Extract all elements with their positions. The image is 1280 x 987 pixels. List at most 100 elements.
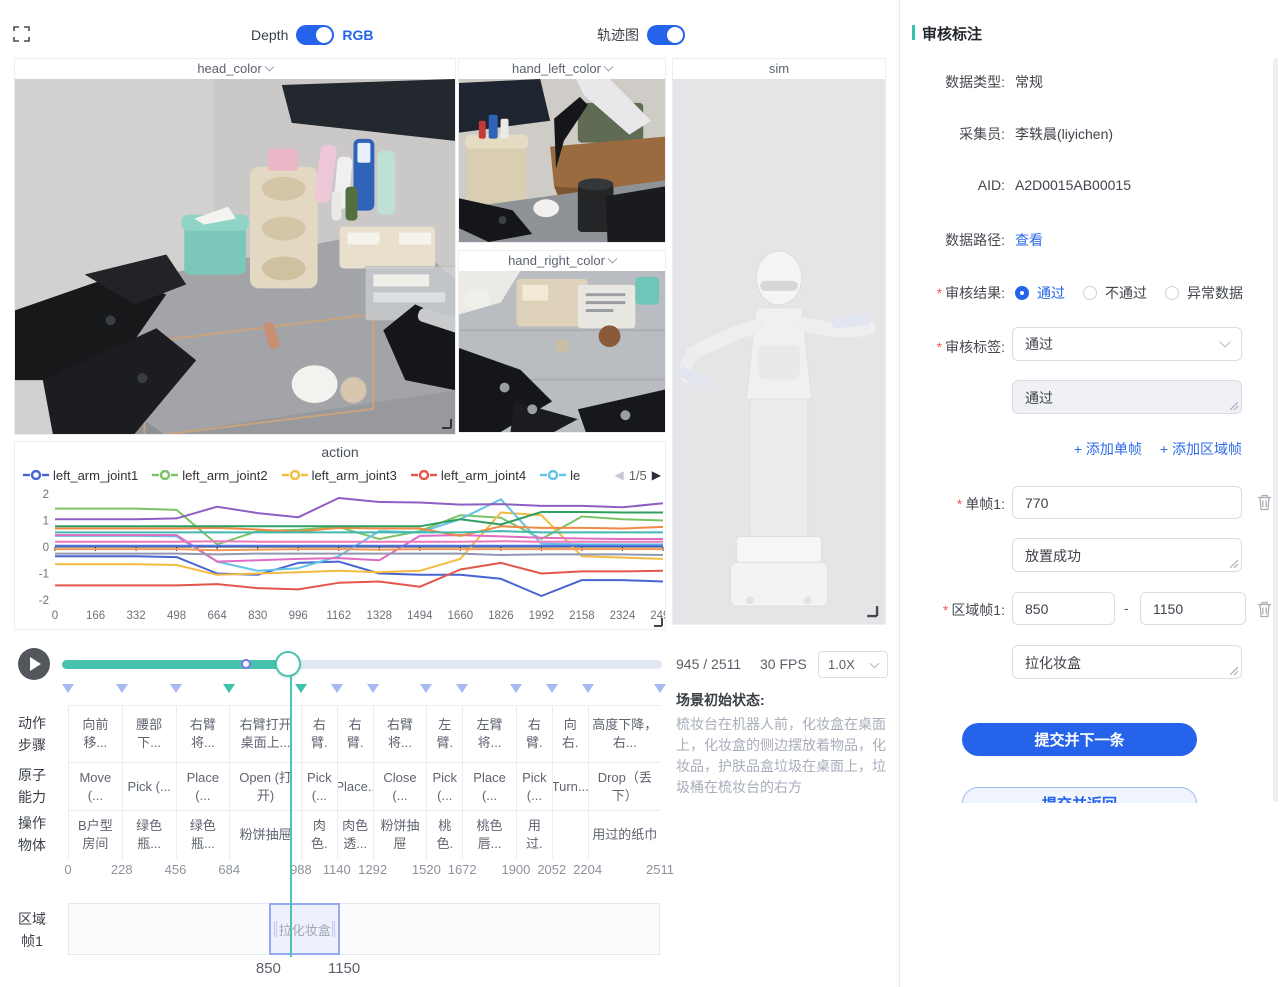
region-frame-segment[interactable]: 拉化妆盒 (269, 903, 340, 955)
submit-back-button[interactable]: 提交并返回 (962, 787, 1197, 803)
depth-rgb-toggle[interactable] (296, 25, 334, 45)
action-chart-plot: 210-1-2016633249866483099611621328149416… (15, 488, 665, 628)
hand-right-camera-header[interactable]: hand_right_color (459, 251, 665, 271)
radio-不通过[interactable] (1083, 286, 1097, 300)
timeline-marker-988[interactable] (295, 684, 307, 693)
timeline-marker-1520[interactable] (420, 684, 432, 693)
action-step-cell: 向右. (553, 706, 589, 763)
review-field-value: A2D0015AB00015 (1015, 177, 1131, 193)
resize-grip-icon[interactable] (1230, 402, 1238, 410)
atomic-skill-cell: Pick (... (517, 763, 553, 811)
speed-select[interactable]: 1.0X (818, 651, 888, 678)
timeline-marker-2052[interactable] (546, 684, 558, 693)
region-start-input[interactable]: 850 (1012, 592, 1115, 625)
resize-grip-icon[interactable] (1230, 667, 1238, 675)
single-frame-note-textarea[interactable]: 放置成功 (1012, 538, 1242, 572)
add-region-frame-link[interactable]: + 添加区域帧 (1160, 439, 1242, 459)
frame-counter: 945 / 2511 (676, 656, 741, 672)
atomic-skill-cell: Place (... (463, 763, 517, 811)
region-frame-track[interactable]: 拉化妆盒 (68, 903, 660, 955)
delete-single-frame-icon[interactable] (1256, 493, 1273, 511)
radio-label-不通过[interactable]: 不通过 (1105, 283, 1147, 303)
timeline-slider[interactable] (62, 660, 662, 669)
object-cell: 桃色. (427, 811, 463, 859)
add-frame-links: + 添加单帧 + 添加区域帧 (1012, 439, 1242, 459)
region-frame-label: *区域帧1: (900, 600, 1005, 620)
legend-marker-icon (540, 470, 566, 480)
action-step-row-label: 动作步骤 (10, 712, 54, 756)
svg-text:332: 332 (126, 610, 145, 622)
legend-marker-icon (282, 470, 308, 480)
legend-prev-icon[interactable]: ◀ (614, 468, 623, 482)
timeline-marker-0[interactable] (62, 684, 74, 693)
svg-text:664: 664 (208, 610, 228, 622)
radio-异常数据[interactable] (1165, 286, 1179, 300)
region-end-input[interactable]: 1150 (1140, 592, 1246, 625)
legend-item-le[interactable]: le (540, 468, 580, 483)
legend-item-left_arm_joint3[interactable]: left_arm_joint3 (282, 468, 397, 483)
hand-right-camera-image (459, 271, 665, 432)
add-single-frame-link[interactable]: + 添加单帧 (1074, 439, 1142, 459)
timeline-marker-1672[interactable] (456, 684, 468, 693)
svg-text:1660: 1660 (448, 610, 474, 622)
action-step-cell: 右臂. (338, 706, 374, 763)
timeline-marker-228[interactable] (116, 684, 128, 693)
radio-label-异常数据[interactable]: 异常数据 (1187, 283, 1243, 303)
region-right-grip[interactable] (332, 921, 335, 937)
chevron-down-icon (604, 62, 614, 72)
legend-item-left_arm_joint2[interactable]: left_arm_joint2 (152, 468, 267, 483)
svg-text:2158: 2158 (569, 610, 595, 622)
hand-left-camera-image (459, 79, 665, 242)
review-field-label: AID: (900, 177, 1005, 193)
play-button[interactable] (18, 648, 50, 680)
svg-text:1992: 1992 (529, 610, 555, 622)
sim-header: sim (673, 59, 885, 79)
review-field-label: 数据类型: (900, 72, 1005, 92)
legend-marker-icon (23, 470, 49, 480)
timeline-axis-tick: 1292 (351, 862, 395, 877)
trajectory-label: 轨迹图 (597, 25, 639, 45)
required-asterisk: * (943, 602, 948, 618)
head-camera-header[interactable]: head_color (15, 59, 455, 79)
hand-left-camera-header[interactable]: hand_left_color (459, 59, 665, 79)
timeline-marker-1900[interactable] (510, 684, 522, 693)
timeline-marker-2511[interactable] (654, 684, 666, 693)
legend-next-icon[interactable]: ▶ (652, 468, 661, 482)
data-path-view-link[interactable]: 查看 (1015, 230, 1043, 250)
timeline-marker-684[interactable] (223, 684, 235, 693)
review-tag-select[interactable]: 通过 (1012, 327, 1242, 361)
scrollbar[interactable] (1273, 58, 1278, 802)
slider-handle[interactable] (275, 651, 301, 677)
svg-text:498: 498 (167, 610, 186, 622)
fullscreen-icon[interactable] (13, 26, 30, 42)
region-left-grip[interactable] (274, 921, 277, 937)
region-note-textarea[interactable]: 拉化妆盒 (1012, 645, 1242, 679)
review-tag-note-textarea[interactable]: 通过 (1012, 380, 1242, 414)
svg-text:1494: 1494 (407, 610, 433, 622)
play-icon (30, 657, 41, 671)
timeline-marker-456[interactable] (170, 684, 182, 693)
legend-page-indicator: 1/5 (629, 468, 647, 483)
timeline-marker-1292[interactable] (367, 684, 379, 693)
timeline-axis-tick: 1672 (440, 862, 484, 877)
object-cell: 肉色透... (338, 811, 374, 859)
resize-grip-icon[interactable] (1230, 560, 1238, 568)
radio-通过[interactable] (1015, 286, 1029, 300)
fps-label: 30 FPS (760, 656, 807, 672)
scene-initial-state: 场景初始状态: 梳妆台在机器人前，化妆盒在桌面上，化妆盒的侧边摆放着物品，化妆品… (676, 690, 890, 798)
single-frame-marker-dot[interactable] (241, 659, 251, 669)
radio-label-通过[interactable]: 通过 (1037, 283, 1065, 303)
submit-next-button[interactable]: 提交并下一条 (962, 723, 1197, 756)
chart-resize-handle[interactable] (653, 617, 663, 627)
timeline-axis-tick: 228 (100, 862, 144, 877)
legend-pager: ◀ 1/5 ▶ (614, 468, 661, 483)
delete-region-frame-icon[interactable] (1256, 600, 1273, 618)
trajectory-toggle[interactable] (647, 25, 685, 45)
review-field-value: 李轶晨(liyichen) (1015, 124, 1113, 144)
single-frame-input[interactable]: 770 (1012, 486, 1242, 519)
action-step-cell: 右臂将... (374, 706, 428, 763)
legend-item-left_arm_joint4[interactable]: left_arm_joint4 (411, 468, 526, 483)
timeline-marker-2204[interactable] (582, 684, 594, 693)
legend-item-left_arm_joint1[interactable]: left_arm_joint1 (23, 468, 138, 483)
timeline-marker-1140[interactable] (331, 684, 343, 693)
